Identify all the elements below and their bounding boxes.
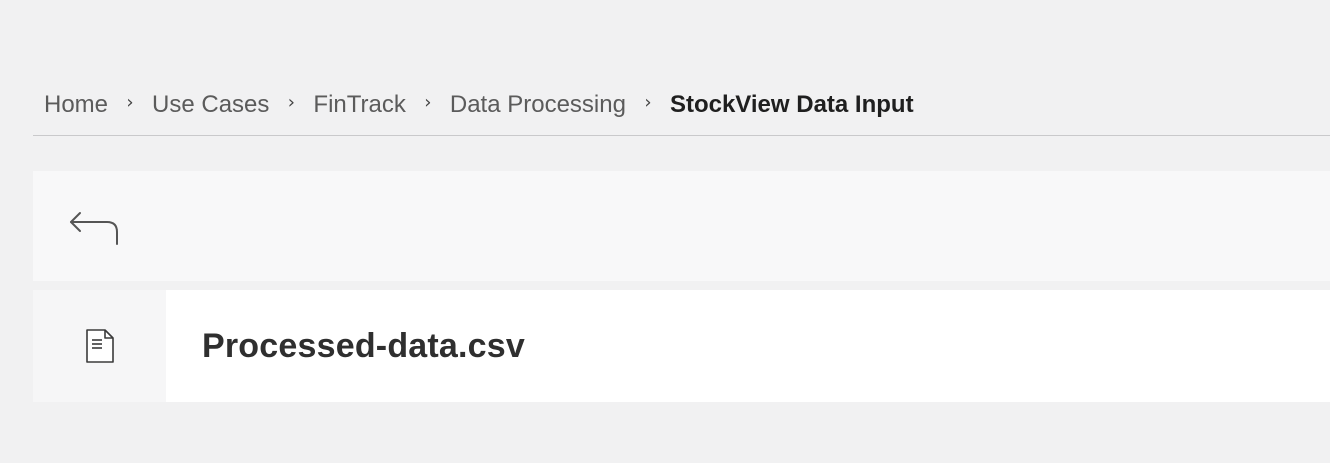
document-icon: [85, 329, 114, 363]
breadcrumb-separator-icon: ›: [287, 92, 295, 113]
file-name-cell: Processed-data.csv: [166, 290, 1330, 402]
breadcrumb-item-data-processing[interactable]: Data Processing: [450, 91, 626, 119]
back-button[interactable]: [67, 209, 123, 249]
breadcrumb-item-home[interactable]: Home: [44, 91, 108, 119]
file-icon-cell: [33, 290, 166, 402]
file-row[interactable]: Processed-data.csv: [33, 290, 1330, 402]
breadcrumb-separator-icon: ›: [644, 92, 652, 113]
breadcrumb: Home › Use Cases › FinTrack › Data Proce…: [33, 76, 1330, 136]
breadcrumb-item-use-cases[interactable]: Use Cases: [152, 91, 269, 119]
file-name[interactable]: Processed-data.csv: [202, 327, 525, 366]
breadcrumb-separator-icon: ›: [126, 92, 134, 113]
breadcrumb-item-fintrack[interactable]: FinTrack: [313, 91, 405, 119]
back-toolbar: [33, 171, 1330, 281]
back-arrow-icon: [70, 212, 118, 245]
breadcrumb-item-current: StockView Data Input: [669, 91, 914, 118]
breadcrumb-separator-icon: ›: [424, 92, 432, 113]
